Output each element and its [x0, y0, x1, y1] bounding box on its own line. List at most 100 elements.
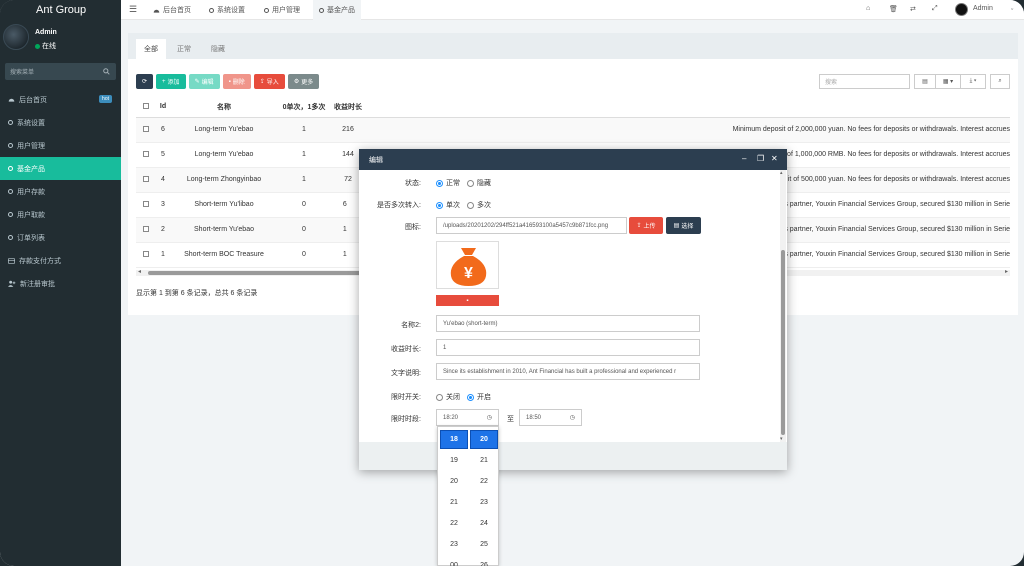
row-checkbox[interactable] [136, 167, 156, 193]
hour-option[interactable]: 22 [440, 514, 468, 533]
table-search-input[interactable]: 搜索 [819, 74, 910, 89]
scrollbar-thumb[interactable] [781, 250, 785, 435]
clock-icon: ◷ [569, 415, 575, 421]
sidebar-search[interactable]: 搜索菜单 [5, 63, 116, 80]
advanced-search-button[interactable]: ⌕ [990, 74, 1010, 89]
sidebar-item-users[interactable]: 用户管理 [0, 134, 121, 157]
hour-option[interactable]: 21 [440, 493, 468, 512]
row-checkbox[interactable] [136, 142, 156, 168]
hour-option[interactable]: 00 [440, 556, 468, 566]
import-button[interactable]: ⇪ 导入 [253, 74, 285, 89]
limit-on-radio[interactable] [467, 393, 474, 401]
edit-button[interactable]: ✎ 编辑 [188, 74, 220, 89]
column-header[interactable]: Id [156, 97, 170, 118]
modal-title: 编辑 [369, 156, 383, 164]
minute-option[interactable]: 24 [470, 514, 498, 533]
circle-icon [264, 7, 269, 13]
sidebar-item-fund-products[interactable]: 基金产品 [0, 157, 121, 180]
avatar[interactable] [955, 3, 968, 16]
time-separator: 至 [507, 416, 514, 423]
cell-duration: 216 [330, 117, 366, 143]
sidebar-item-deposits[interactable]: 用户存款 [0, 180, 121, 203]
nav-tab-users[interactable]: 用户管理 [258, 0, 306, 20]
limit-off-radio[interactable] [436, 393, 443, 401]
row-checkbox[interactable] [136, 242, 156, 268]
nav-tab-label: 后台首页 [163, 7, 191, 14]
tab-hidden[interactable]: 隐藏 [203, 39, 233, 59]
upload-icon: ⇪ [636, 223, 642, 229]
column-header[interactable]: 0单次，1多次 [278, 97, 330, 118]
hour-option[interactable]: 18 [440, 430, 468, 449]
translate-icon[interactable]: ⇄ [910, 5, 916, 13]
nav-tab-dashboard[interactable]: 后台首页 [147, 0, 197, 20]
minute-option[interactable]: 22 [470, 472, 498, 491]
trash-icon[interactable]: 🗑 [889, 5, 898, 13]
icon-path-input[interactable]: /uploads/20201202/294ff521a416593100a545… [436, 217, 627, 234]
modal-vertical-scrollbar[interactable]: ▴ ▾ [780, 170, 786, 442]
minute-option[interactable]: 20 [470, 430, 498, 449]
select-all-checkbox[interactable] [136, 97, 156, 118]
hour-option[interactable]: 20 [440, 472, 468, 491]
minute-option[interactable]: 25 [470, 535, 498, 554]
status-normal-radio[interactable] [436, 179, 443, 187]
export-button[interactable]: ⤓ ▾ [960, 74, 986, 89]
minute-option[interactable]: 21 [470, 451, 498, 470]
tab-all[interactable]: 全部 [136, 39, 166, 59]
nav-tab-settings[interactable]: 系统设置 [203, 0, 251, 20]
add-button[interactable]: + 添加 [156, 74, 186, 89]
toggle-view-button[interactable]: ▤ [914, 74, 936, 89]
list-icon: ▤ [922, 79, 928, 85]
maximize-icon[interactable]: ❐ [757, 154, 764, 163]
duration-input[interactable]: 1 [436, 339, 700, 356]
name-input[interactable]: Yu'ebao (short-term) [436, 315, 700, 332]
scroll-right-icon[interactable]: ▸ [1005, 268, 1008, 275]
time-from-input[interactable]: 18:20 ◷ [436, 409, 499, 426]
sidebar-item-label: 用户管理 [17, 142, 45, 150]
row-checkbox[interactable] [136, 117, 156, 143]
sidebar-item-settings[interactable]: 系统设置 [0, 111, 121, 134]
columns-button[interactable]: ▦ ▾ [935, 74, 961, 89]
remove-image-button[interactable]: ▪ [436, 295, 499, 306]
minimize-icon[interactable]: – [742, 154, 746, 163]
multiple-radio[interactable] [467, 201, 474, 209]
top-admin-name[interactable]: Admin [973, 5, 993, 12]
row-checkbox[interactable] [136, 192, 156, 218]
more-button[interactable]: ⚙ 更多 [287, 74, 320, 89]
scroll-left-icon[interactable]: ◂ [138, 268, 141, 275]
sidebar-item-withdrawals[interactable]: 用户取款 [0, 203, 121, 226]
close-icon[interactable]: ✕ [771, 154, 778, 163]
sidebar-item-orders[interactable]: 订单列表 [0, 226, 121, 249]
column-header[interactable]: 名称 [170, 97, 278, 118]
sidebar-item-dashboard[interactable]: 后台首页 hot [0, 88, 121, 111]
hour-option[interactable]: 23 [440, 535, 468, 554]
clock-icon: ◷ [486, 415, 492, 421]
user-status-text: 在线 [42, 43, 56, 50]
chevron-down-icon[interactable]: ˬ [1011, 3, 1013, 10]
user-status: 在线 [35, 41, 56, 51]
table-row[interactable]: 6 Long-term Yu'ebao 1 216 Minimum deposi… [136, 117, 1010, 143]
nav-tab-fund-products[interactable]: 基金产品 [313, 0, 361, 20]
sidebar-item-payment-methods[interactable]: 存款支付方式 [0, 249, 121, 272]
brand-logo[interactable]: Ant Group [0, 0, 121, 20]
column-header[interactable]: 收益时长 [330, 97, 366, 118]
import-label: 导入 [266, 80, 279, 86]
delete-button[interactable]: ▪ 删除 [222, 74, 251, 89]
row-checkbox[interactable] [136, 217, 156, 243]
minute-option[interactable]: 26 [470, 556, 498, 566]
tab-normal[interactable]: 正常 [169, 39, 199, 59]
select-button[interactable]: ▤ 选择 [666, 217, 701, 234]
refresh-button[interactable]: ⟳ [136, 74, 154, 89]
minute-option[interactable]: 23 [470, 493, 498, 512]
time-to-input[interactable]: 18:50 ◷ [519, 409, 582, 426]
scroll-up-icon[interactable]: ▴ [780, 170, 783, 176]
menu-toggle-icon[interactable]: ☰ [129, 4, 137, 15]
upload-button[interactable]: ⇪ 上传 [629, 217, 663, 234]
single-radio[interactable] [436, 201, 443, 209]
single-label: 单次 [446, 202, 460, 209]
description-input[interactable]: Since its establishment in 2010, Ant Fin… [436, 363, 700, 380]
fullscreen-icon[interactable]: ⤢ [932, 5, 938, 13]
home-icon[interactable]: ⌂ [866, 5, 870, 12]
hour-option[interactable]: 19 [440, 451, 468, 470]
sidebar-item-registration-approval[interactable]: 新注册审批 [0, 272, 121, 295]
status-hidden-radio[interactable] [467, 179, 474, 187]
